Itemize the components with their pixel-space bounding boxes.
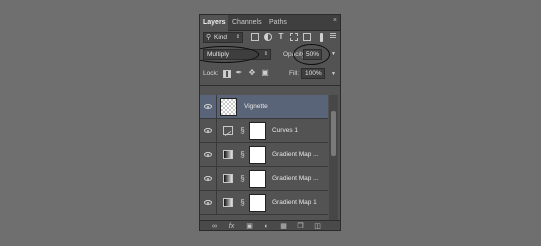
tab-channels[interactable]: Channels bbox=[229, 15, 266, 30]
filter-kind-select[interactable]: ⚲ Kind ⇕ bbox=[203, 32, 243, 43]
layer-mask-thumbnail bbox=[249, 170, 266, 188]
opacity-dropdown-icon[interactable]: ▼ bbox=[331, 51, 336, 57]
layer-name: Curves 1 bbox=[272, 127, 299, 134]
eye-icon[interactable] bbox=[204, 176, 212, 181]
gradient-map-icon bbox=[223, 150, 233, 159]
search-icon: ⚲ bbox=[206, 34, 212, 41]
layers-list: Vignette § Curves 1 § Gradient Map ... § bbox=[200, 95, 328, 220]
panel-tab-bar: Layers Channels Paths × bbox=[200, 15, 340, 31]
fx-icon[interactable]: fx bbox=[227, 222, 236, 230]
chain-link-icon[interactable]: § bbox=[240, 198, 245, 208]
highlight-ellipse-opacity bbox=[293, 44, 330, 65]
layer-row-gradient-map-1[interactable]: § Gradient Map 1 bbox=[200, 191, 328, 215]
scrollbar-thumb[interactable] bbox=[331, 111, 336, 156]
lock-label: Lock: bbox=[203, 70, 219, 77]
type-filter-icon[interactable]: T bbox=[277, 33, 285, 41]
lock-image-pixels-icon[interactable]: ✒ bbox=[235, 69, 243, 77]
layer-row-vignette[interactable]: Vignette bbox=[200, 95, 328, 119]
layer-name: Gradient Map ... bbox=[272, 151, 319, 158]
lock-transparent-pixels-icon[interactable] bbox=[223, 70, 231, 78]
blend-row: Multiply ⇕ Opacity: 50% ▼ bbox=[200, 44, 340, 65]
new-layer-icon[interactable]: ❐ bbox=[296, 222, 305, 230]
layers-panel: Layers Channels Paths × ⚲ Kind ⇕ T Multi… bbox=[199, 14, 341, 231]
layer-name: Gradient Map ... bbox=[272, 175, 319, 182]
group-icon[interactable]: ▦ bbox=[279, 222, 288, 230]
layer-row-gradient-map[interactable]: § Gradient Map ... bbox=[200, 143, 328, 167]
filter-toggle-switch[interactable] bbox=[320, 33, 323, 42]
select-arrows-icon: ⇕ bbox=[263, 51, 268, 57]
divider bbox=[216, 191, 217, 214]
lock-all-icon[interactable]: ▣ bbox=[261, 69, 269, 77]
layer-name: Gradient Map 1 bbox=[272, 199, 317, 206]
smart-object-filter-icon[interactable] bbox=[303, 33, 311, 41]
eye-icon[interactable] bbox=[204, 104, 212, 109]
divider bbox=[200, 85, 340, 86]
layers-footer: ∞ fx ▣ ◐ ▦ ❐ ◫ bbox=[200, 220, 340, 230]
curves-icon bbox=[223, 126, 233, 135]
lock-position-icon[interactable]: ✥ bbox=[248, 69, 256, 77]
trash-icon[interactable]: ◫ bbox=[313, 222, 322, 230]
chain-link-icon[interactable]: § bbox=[240, 150, 245, 160]
eye-icon[interactable] bbox=[204, 200, 212, 205]
layers-scrollbar[interactable] bbox=[329, 95, 338, 220]
eye-icon[interactable] bbox=[204, 128, 212, 133]
layer-mask-thumbnail bbox=[249, 122, 266, 140]
fill-dropdown-icon[interactable]: ▼ bbox=[331, 71, 336, 77]
divider bbox=[216, 167, 217, 190]
layer-mask-thumbnail bbox=[249, 146, 266, 164]
fill-value: 100% bbox=[305, 70, 322, 77]
tab-layers[interactable]: Layers bbox=[200, 15, 228, 31]
layer-thumbnail bbox=[220, 98, 237, 116]
highlight-ellipse-blend bbox=[200, 46, 259, 63]
layer-row-gradient-map[interactable]: § Gradient Map ... bbox=[200, 167, 328, 191]
select-arrows-icon: ⇕ bbox=[235, 34, 240, 40]
tab-paths[interactable]: Paths bbox=[266, 15, 291, 30]
gradient-map-icon bbox=[223, 198, 233, 207]
divider bbox=[216, 95, 217, 118]
link-icon[interactable]: ∞ bbox=[210, 222, 219, 230]
eye-icon[interactable] bbox=[204, 152, 212, 157]
fill-field[interactable]: 100% bbox=[301, 68, 325, 79]
divider bbox=[216, 143, 217, 166]
filter-row: ⚲ Kind ⇕ T bbox=[200, 32, 340, 44]
chain-link-icon[interactable]: § bbox=[240, 174, 245, 184]
image-filter-icon[interactable] bbox=[251, 33, 259, 41]
chain-link-icon[interactable]: § bbox=[240, 126, 245, 136]
lock-row: Lock: ✒ ✥ ▣ Fill: 100% ▼ bbox=[200, 67, 340, 81]
shape-filter-icon[interactable] bbox=[290, 33, 298, 41]
mask-icon[interactable]: ▣ bbox=[245, 222, 254, 230]
adjustment-icon[interactable]: ◐ bbox=[262, 222, 271, 230]
fill-label: Fill: bbox=[289, 70, 300, 77]
layer-row-curves[interactable]: § Curves 1 bbox=[200, 119, 328, 143]
layer-mask-thumbnail bbox=[249, 194, 266, 212]
adjustment-filter-icon[interactable] bbox=[264, 33, 272, 41]
divider bbox=[216, 119, 217, 142]
close-icon[interactable]: × bbox=[333, 17, 337, 24]
filter-kind-label: Kind bbox=[214, 34, 228, 41]
layer-name: Vignette bbox=[244, 103, 268, 110]
gradient-map-icon bbox=[223, 174, 233, 183]
